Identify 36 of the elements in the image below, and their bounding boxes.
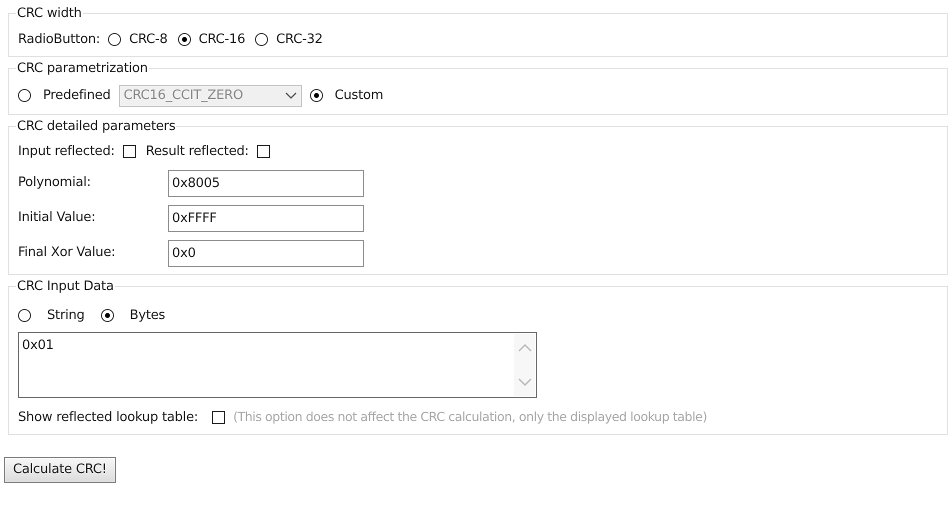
radio-label[interactable]: Custom (334, 86, 384, 106)
radio-button[interactable] (178, 32, 191, 46)
radio-button[interactable] (255, 32, 268, 46)
radio-label[interactable]: Predefined (43, 86, 111, 106)
group-title: CRC Input Data (16, 278, 115, 296)
checkbox-label: Show reflected lookup table: (18, 408, 198, 426)
radio-button[interactable] (310, 89, 323, 102)
group-title: CRC detailed parameters (16, 118, 176, 136)
checkbox[interactable] (256, 145, 270, 158)
field-label: Initial Value: (18, 209, 96, 228)
radio-button[interactable] (18, 309, 31, 322)
radio-group-label: RadioButton: (18, 30, 100, 48)
radio-label[interactable]: CRC-32 (276, 30, 323, 49)
field-label: Final Xor Value: (18, 244, 116, 262)
input-field[interactable]: 0xFFFF (168, 204, 364, 232)
input-field[interactable]: 0x8005 (168, 170, 364, 196)
option-note: (This option does not affect the CRC calculation, only the displayed lookup table) (233, 408, 707, 426)
radio-label[interactable]: Bytes (130, 306, 166, 326)
radio-button[interactable] (108, 32, 122, 46)
group-title: CRC width (16, 5, 83, 23)
input-field[interactable]: 0x0 (168, 240, 364, 266)
data-textarea[interactable]: 0x01 (18, 332, 537, 398)
radio-label[interactable]: String (47, 306, 85, 326)
radio-label[interactable]: CRC-16 (198, 30, 246, 49)
checkbox[interactable] (122, 145, 136, 158)
field-label: Polynomial: (18, 174, 92, 192)
radio-button[interactable] (18, 89, 31, 102)
checkbox-label: Input reflected: (18, 143, 115, 161)
checkbox[interactable] (212, 410, 226, 424)
calculate-button[interactable]: Calculate CRC! (4, 457, 116, 483)
radio-button[interactable] (100, 309, 114, 322)
group-title: CRC parametrization (16, 60, 149, 78)
checkbox-label: Result reflected: (146, 143, 249, 161)
textarea-value: 0x01 (21, 336, 55, 354)
radio-label[interactable]: CRC-8 (129, 30, 168, 49)
chevron-down-icon (284, 92, 297, 100)
